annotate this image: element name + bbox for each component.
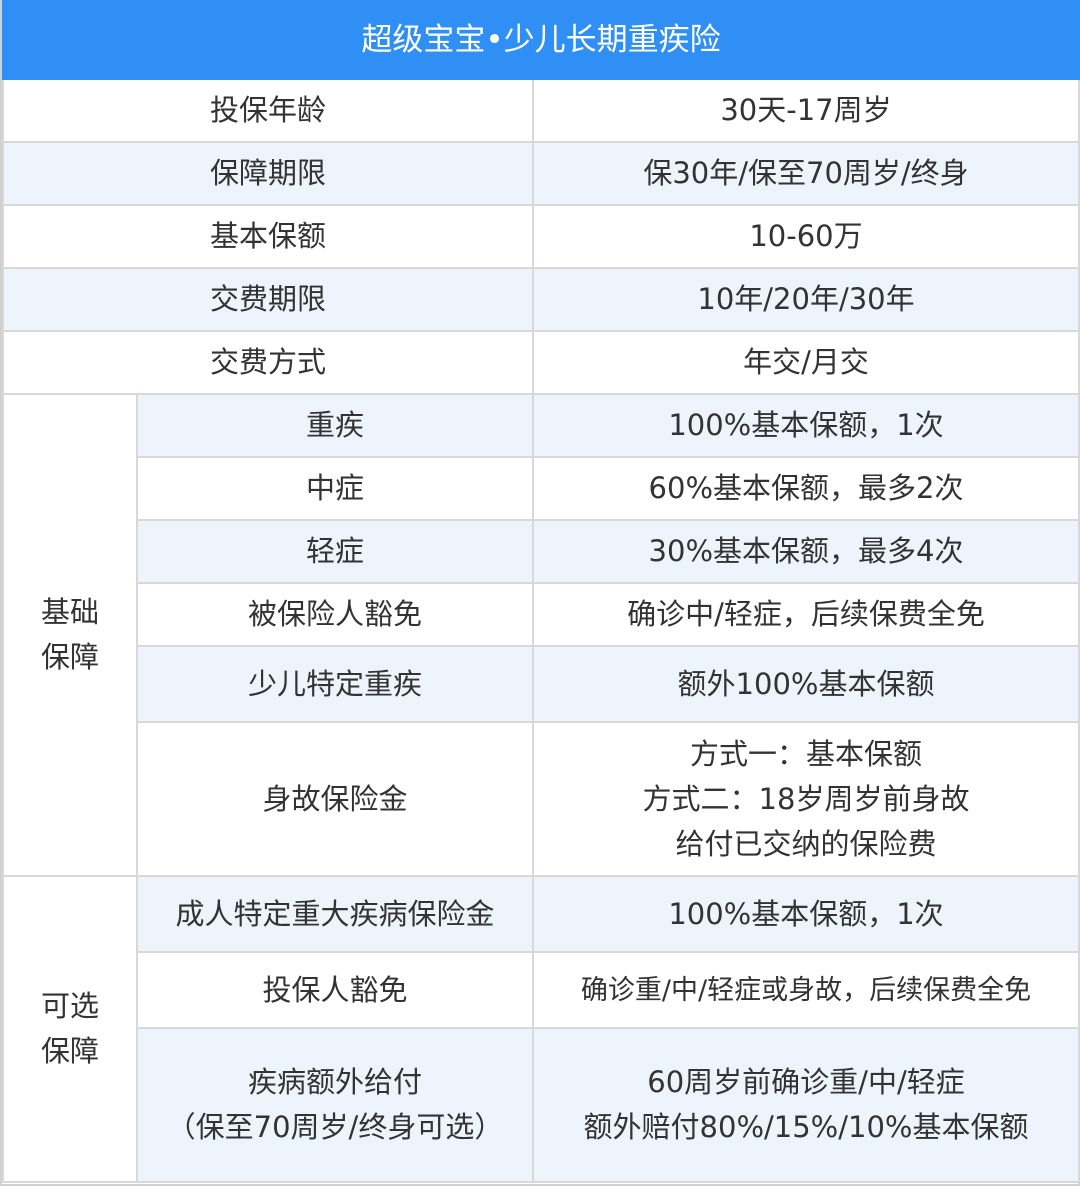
row-value: 10-60万 (531, 204, 1080, 269)
row-label: 基本保额 (2, 204, 534, 269)
group-label-line: 可选 (40, 989, 99, 1023)
group-label-line: 保障 (40, 1034, 99, 1068)
table-row: 投保人豁免 确诊重/中/轻症或身故，后续保费全免 (3, 951, 1080, 1029)
value-line: 方式二：18岁周岁前身故 (642, 781, 970, 816)
group-label-basic: 基础 保障 (2, 393, 138, 877)
row-value: 100%基本保额，1次 (531, 393, 1080, 458)
table-row: 轻症 30%基本保额，最多4次 (3, 519, 1080, 584)
table-row: 投保年龄 30天-17周岁 (2, 78, 1080, 143)
insurance-table: 超级宝宝•少儿长期重疾险 投保年龄 30天-17周岁 保障期限 保30年/保至7… (1, 0, 1080, 1183)
row-label: 成人特定重大疾病保险金 (136, 875, 534, 953)
table-row: 身故保险金 方式一：基本保额 方式二：18岁周岁前身故 给付已交纳的保险费 (3, 721, 1080, 877)
table-row: 基础 保障 重疾 100%基本保额，1次 (2, 393, 1080, 877)
row-value: 额外100%基本保额 (531, 645, 1080, 723)
row-label: 交费期限 (2, 267, 534, 332)
group-label-optional: 可选 保障 (2, 875, 138, 1183)
row-label: 少儿特定重疾 (136, 645, 534, 723)
table-row: 可选 保障 成人特定重大疾病保险金 100%基本保额，1次 (2, 875, 1080, 1183)
row-value: 保30年/保至70周岁/终身 (531, 141, 1080, 206)
row-label: 保障期限 (2, 141, 534, 206)
table-row: 基本保额 10-60万 (2, 204, 1080, 269)
title-row: 超级宝宝•少儿长期重疾险 (1, 0, 1080, 80)
row-value: 方式一：基本保额 方式二：18岁周岁前身故 给付已交纳的保险费 (531, 721, 1080, 877)
table-row: 保障期限 保30年/保至70周岁/终身 (2, 141, 1080, 206)
row-label: 疾病额外给付 （保至70周岁/终身可选） (136, 1027, 534, 1183)
table-row: 交费期限 10年/20年/30年 (2, 267, 1080, 332)
row-value: 年交/月交 (531, 330, 1080, 395)
table-row: 被保险人豁免 确诊中/轻症，后续保费全免 (3, 582, 1080, 647)
label-line: （保至70周岁/终身可选） (166, 1110, 504, 1144)
value-line: 60周岁前确诊重/中/轻症 (647, 1065, 965, 1099)
row-label: 重疾 (136, 393, 534, 458)
value-line: 额外赔付80%/15%/10%基本保额 (583, 1110, 1029, 1144)
row-label: 轻症 (136, 519, 534, 584)
row-label: 身故保险金 (136, 721, 534, 877)
group-label-line: 保障 (40, 640, 99, 674)
table-row: 少儿特定重疾 额外100%基本保额 (3, 645, 1080, 723)
row-value: 60%基本保额，最多2次 (531, 456, 1080, 521)
insurance-table-container: 超级宝宝•少儿长期重疾险 投保年龄 30天-17周岁 保障期限 保30年/保至7… (0, 0, 1080, 1186)
table-row: 中症 60%基本保额，最多2次 (3, 456, 1080, 521)
value-line: 方式一：基本保额 (690, 736, 923, 771)
row-value: 60周岁前确诊重/中/轻症 额外赔付80%/15%/10%基本保额 (531, 1027, 1080, 1183)
row-value: 100%基本保额，1次 (531, 875, 1080, 953)
row-value: 30%基本保额，最多4次 (531, 519, 1080, 584)
row-label: 中症 (136, 456, 534, 521)
label-line: 疾病额外给付 (247, 1065, 422, 1099)
row-value: 确诊中/轻症，后续保费全免 (531, 582, 1080, 647)
row-value: 确诊重/中/轻症或身故，后续保费全免 (531, 951, 1080, 1029)
table-row: 交费方式 年交/月交 (2, 330, 1080, 395)
value-line: 给付已交纳的保险费 (675, 826, 937, 861)
row-label: 投保年龄 (2, 78, 534, 143)
table-row: 疾病额外给付 （保至70周岁/终身可选） 60周岁前确诊重/中/轻症 额外赔付8… (3, 1027, 1080, 1183)
row-value: 30天-17周岁 (531, 78, 1080, 143)
row-label: 交费方式 (2, 330, 534, 395)
row-label: 被保险人豁免 (136, 582, 534, 647)
group-label-line: 基础 (40, 595, 99, 629)
table-title: 超级宝宝•少儿长期重疾险 (1, 0, 1080, 80)
row-label: 投保人豁免 (136, 951, 534, 1029)
row-value: 10年/20年/30年 (531, 267, 1080, 332)
